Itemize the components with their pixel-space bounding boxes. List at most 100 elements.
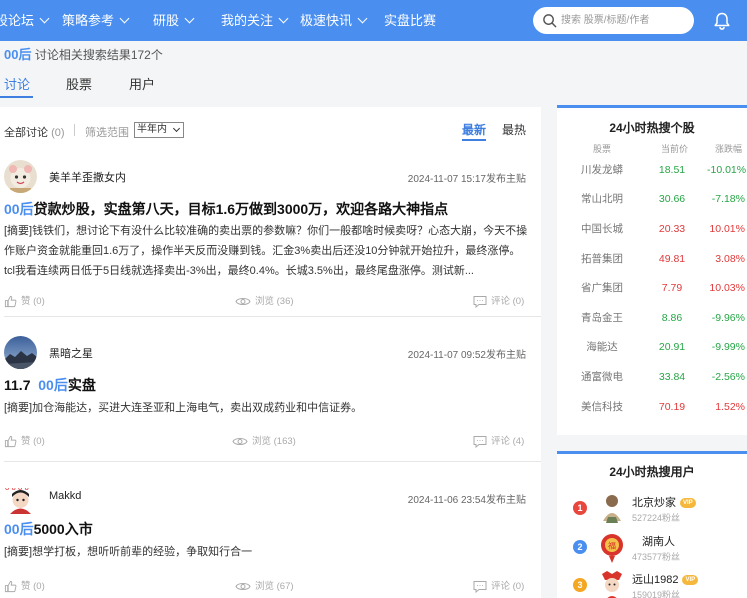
stock-name[interactable]: 美信科技 [557, 393, 647, 422]
post-title-keyword: 00后 [38, 377, 68, 393]
post-title[interactable]: 11.7 00后实盘 [4, 375, 96, 395]
post-actions: 赞 (0) 浏览 (67) 评论 (0) [0, 579, 541, 595]
post-item[interactable]: 黑暗之星 2024-11-07 09:52发布主贴 11.7 00后实盘 [摘要… [0, 317, 541, 462]
post-item[interactable]: 美羊羊歪撒女内 2024-11-07 15:17发布主贴 00后贷款炒股，实盘第… [0, 152, 541, 317]
stock-name[interactable]: 川发龙蟒 [557, 156, 647, 185]
column-header: 涨跌幅 [715, 144, 743, 154]
comment-button[interactable]: 评论 (0) [473, 579, 524, 595]
post-title[interactable]: 00后5000入市 [4, 519, 93, 539]
stock-row[interactable]: 青岛金王 8.86 -9.96% [557, 304, 747, 333]
stock-price: 33.84 [658, 371, 686, 383]
nav-item-label: 研股 [153, 13, 180, 28]
post-item[interactable]: ᴗ ᴗ ᴗ ᴗ Makkd 2024-11-06 23:54发布主贴 00后50… [0, 462, 541, 598]
nav-item-label: 我的关注 [221, 13, 274, 28]
comment-count: 评论 (0) [491, 581, 525, 592]
rank-badge: 2 [573, 540, 587, 554]
chevron-down-icon [357, 13, 368, 24]
user-name[interactable]: 北京炒家 VIP [632, 494, 696, 510]
filter-all-discussions[interactable]: 全部讨论 (0) [4, 124, 65, 140]
stock-row[interactable]: 拓普集团 49.81 3.08% [557, 245, 747, 274]
nav-item-research[interactable]: 研股 [153, 0, 195, 41]
hot-user-row[interactable]: 2 福 湖南人 473577粉丝 [557, 530, 747, 570]
stock-name[interactable]: 省广集团 [557, 274, 647, 303]
view-count-text: 浏览 (163) [252, 436, 296, 447]
search-box[interactable] [533, 7, 694, 34]
like-button[interactable]: 赞 (0) [4, 434, 45, 450]
hot-user-row[interactable]: 1 北京炒家 VIP 527224粉丝 [557, 491, 747, 531]
stock-row[interactable]: 常山北明 30.66 -7.18% [557, 185, 747, 214]
post-author[interactable]: Makkd [49, 490, 81, 502]
stock-price: 8.86 [661, 312, 683, 324]
stock-change: -10.01% [707, 164, 747, 176]
avatar[interactable] [4, 160, 37, 193]
avatar[interactable] [597, 568, 627, 598]
nav-item-contest[interactable]: 实盘比赛 [384, 0, 436, 41]
stock-row[interactable]: 通富微电 33.84 -2.56% [557, 363, 747, 392]
nav-item-label: 极速快讯 [300, 13, 353, 28]
stock-name[interactable]: 青岛金王 [557, 304, 647, 333]
post-title[interactable]: 00后贷款炒股，实盘第八天，目标1.6万做到3000万，欢迎各路大神指点 [4, 199, 448, 219]
tab-users[interactable]: 用户 [129, 74, 155, 93]
search-icon[interactable] [542, 13, 557, 28]
stock-row[interactable]: 海能达 20.91 -9.99% [557, 333, 747, 362]
view-count: 浏览 (163) [232, 434, 296, 450]
nav-item-label: 策略参考 [62, 13, 115, 28]
avatar[interactable]: 福 [597, 530, 627, 564]
range-select[interactable]: 半年内 [134, 122, 184, 138]
stock-name[interactable]: 常山北明 [557, 185, 647, 214]
comment-button[interactable]: 评论 (0) [473, 294, 524, 310]
post-actions: 赞 (0) 浏览 (163) 评论 (4) [0, 434, 541, 450]
thumbs-up-icon [4, 295, 17, 308]
nav-item-following[interactable]: 我的关注 [221, 0, 289, 41]
search-keyword: 00后 [4, 47, 32, 62]
sort-hottest[interactable]: 最热 [502, 121, 526, 138]
tab-stocks[interactable]: 股票 [66, 74, 92, 93]
stock-name[interactable]: 中国长城 [557, 215, 647, 244]
stock-change: -9.96% [711, 312, 745, 324]
bell-icon[interactable] [712, 11, 732, 31]
like-count: 赞 (0) [21, 436, 45, 447]
column-header: 当前价 [661, 144, 689, 154]
comment-button[interactable]: 评论 (4) [473, 434, 524, 450]
sort-newest[interactable]: 最新 [462, 121, 486, 138]
user-fans: 527224粉丝 [632, 513, 681, 523]
sort-active-indicator [462, 139, 486, 141]
like-button[interactable]: 赞 (0) [4, 294, 45, 310]
chevron-down-icon [39, 13, 50, 24]
avatar[interactable]: ᴗ ᴗ ᴗ ᴗ [4, 481, 37, 514]
nav-item-forum[interactable]: 股论坛 [0, 0, 50, 41]
search-input[interactable] [561, 11, 689, 30]
user-name[interactable]: 湖南人 [642, 533, 675, 549]
stock-row[interactable]: 美信科技 70.19 1.52% [557, 393, 747, 422]
stock-row[interactable]: 川发龙蟒 18.51 -10.01% [557, 156, 747, 185]
post-author[interactable]: 美羊羊歪撒女内 [49, 169, 126, 185]
chevron-down-icon [184, 13, 195, 24]
stock-row[interactable]: 省广集团 7.79 10.03% [557, 274, 747, 303]
eye-icon [235, 582, 251, 590]
hot-stocks-title: 24小时热搜个股 [609, 121, 695, 135]
user-name[interactable]: 远山1982 VIP [632, 571, 699, 587]
post-date: 2024-11-06 23:54发布主贴 [407, 495, 526, 506]
like-count: 赞 (0) [21, 296, 45, 307]
post-author[interactable]: 黑暗之星 [49, 345, 93, 361]
post-title-text: 贷款炒股，实盘第八天，目标1.6万做到3000万，欢迎各路大神指点 [33, 201, 449, 217]
like-button[interactable]: 赞 (0) [4, 579, 45, 595]
chevron-down-icon [278, 13, 289, 24]
stock-price: 20.91 [658, 341, 686, 353]
avatar[interactable] [4, 336, 37, 369]
stock-change: -2.56% [711, 371, 745, 383]
stock-name[interactable]: 通富微电 [557, 363, 647, 392]
nav-item-flash-news[interactable]: 极速快讯 [300, 0, 368, 41]
stock-name[interactable]: 海能达 [557, 333, 647, 362]
avatar[interactable] [597, 491, 627, 525]
active-tab-indicator [0, 96, 33, 98]
tab-discussion[interactable]: 讨论 [4, 74, 30, 93]
stock-name[interactable]: 拓普集团 [557, 245, 647, 274]
filter-bar: 全部讨论 (0) 筛选范围 半年内 最新 最热 [0, 107, 541, 152]
hot-user-row[interactable]: 3 远山1982 VIP 159019粉丝 [557, 568, 747, 598]
stock-row[interactable]: 中国长城 20.33 10.01% [557, 215, 747, 244]
vip-badge: VIP [682, 575, 699, 586]
post-summary: [摘要]钱铁们，想讨论下有没什么比较准确的卖出票的参数嘛？你们一般都啥时候卖呀？… [4, 225, 528, 277]
nav-item-strategy[interactable]: 策略参考 [62, 0, 130, 41]
post-title-keyword: 00后 [4, 521, 34, 537]
